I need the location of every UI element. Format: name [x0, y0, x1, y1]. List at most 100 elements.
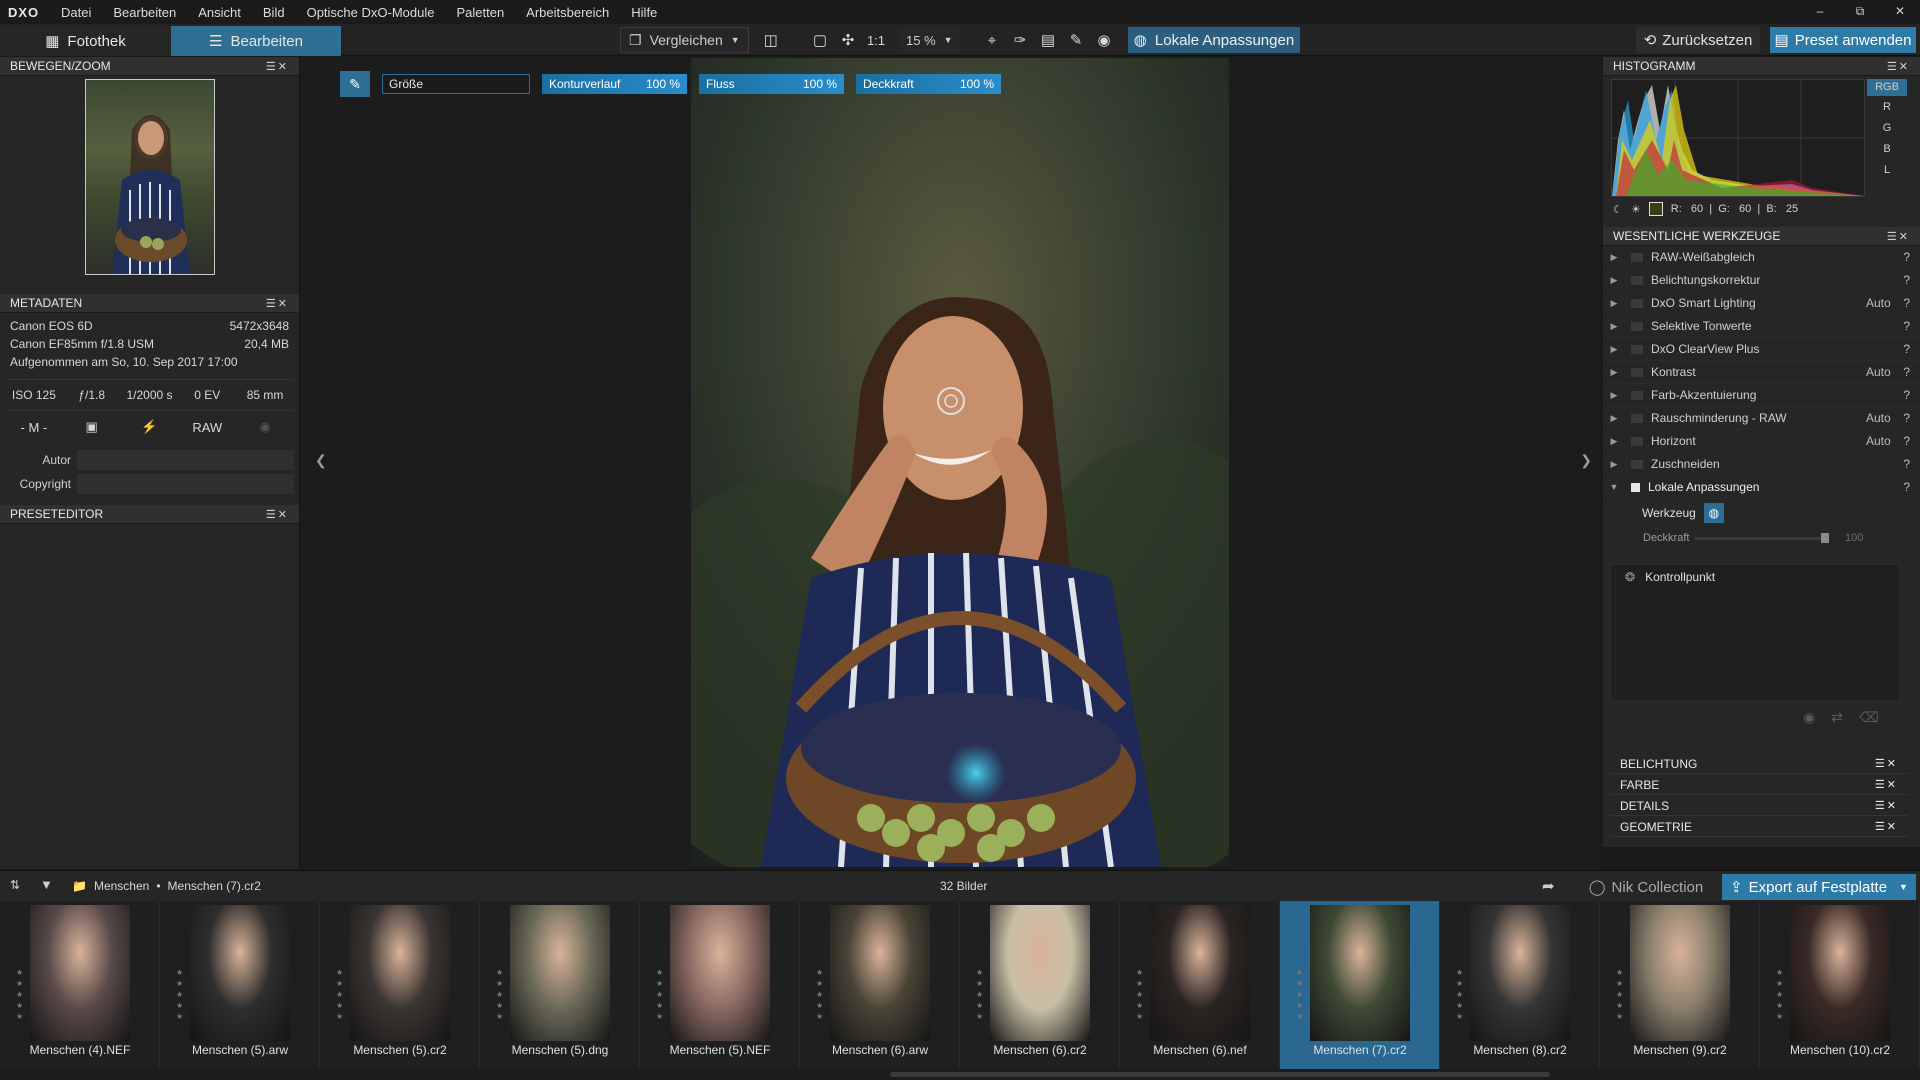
rating-dots[interactable]: ★ ★ ★ ★ ★ [1456, 967, 1463, 1022]
compare-button[interactable]: ❐ Vergleichen ▼ [620, 27, 749, 53]
repair-icon[interactable]: ✎ [1062, 27, 1090, 53]
tool-row-contrast[interactable]: ▶ Kontrast Auto? [1603, 361, 1920, 384]
tool-toggle[interactable] [1631, 344, 1643, 354]
local-adjustments-button[interactable]: ◍ Lokale Anpassungen [1128, 27, 1300, 53]
panel-menu-icon[interactable]: ☰✕ [1875, 757, 1898, 770]
rating-dots[interactable]: ★ ★ ★ ★ ★ [16, 967, 23, 1022]
panel-menu-icon[interactable]: ☰✕ [1875, 820, 1898, 833]
help-icon[interactable]: ? [1900, 365, 1910, 379]
filter-icon[interactable]: ▼ [40, 877, 53, 892]
tool-toggle[interactable] [1631, 367, 1643, 377]
channel-r[interactable]: R [1867, 101, 1907, 113]
main-photo[interactable] [691, 58, 1229, 867]
brush-size-field[interactable]: Größe [382, 74, 530, 94]
filmstrip-item[interactable]: ★ ★ ★ ★ ★ Menschen (5).NEF [640, 901, 800, 1069]
menu-arbeitsbereich[interactable]: Arbeitsbereich [515, 5, 620, 20]
rating-dots[interactable]: ★ ★ ★ ★ ★ [1296, 967, 1303, 1022]
help-icon[interactable]: ? [1900, 388, 1910, 402]
tool-toggle[interactable] [1631, 275, 1643, 285]
opacity-slider[interactable]: Deckkraft 100 % [856, 74, 1001, 94]
collapse-right-icon[interactable]: ❯ [1580, 452, 1592, 469]
restore-icon[interactable]: ⧉ [1840, 0, 1880, 24]
filmstrip-item[interactable]: ★ ★ ★ ★ ★ Menschen (6).nef [1120, 901, 1280, 1069]
menu-hilfe[interactable]: Hilfe [620, 5, 668, 20]
control-point-item[interactable]: ❂ Kontrollpunkt [1611, 565, 1899, 589]
crop-icon[interactable]: ⌖ [978, 27, 1006, 53]
panel-menu-icon[interactable]: ☰✕ [266, 297, 289, 310]
one-to-one-button[interactable]: 1:1 [862, 27, 890, 53]
tool-toggle[interactable] [1631, 252, 1643, 262]
rating-dots[interactable]: ★ ★ ★ ★ ★ [1776, 967, 1783, 1022]
filmstrip-item[interactable]: ★ ★ ★ ★ ★ Menschen (5).arw [160, 901, 320, 1069]
slider-handle[interactable] [1821, 532, 1829, 543]
tool-row-color-accent[interactable]: ▶ Farb-Akzentuierung? [1603, 384, 1920, 407]
menu-bild[interactable]: Bild [252, 5, 296, 20]
reset-button[interactable]: ⟲ Zurücksetzen [1636, 27, 1760, 53]
panel-menu-icon[interactable]: ☰✕ [266, 508, 289, 521]
filmstrip-item[interactable]: ★ ★ ★ ★ ★ Menschen (10).cr2 [1760, 901, 1920, 1069]
rating-dots[interactable]: ★ ★ ★ ★ ★ [1136, 967, 1143, 1022]
rating-dots[interactable]: ★ ★ ★ ★ ★ [496, 967, 503, 1022]
help-icon[interactable]: ? [1900, 457, 1910, 471]
tool-row-local-adjust[interactable]: ▼ Lokale Anpassungen? [1603, 476, 1920, 499]
panel-menu-icon[interactable]: ☰✕ [1875, 778, 1898, 791]
rating-dots[interactable]: ★ ★ ★ ★ ★ [656, 967, 663, 1022]
tool-row-noise-reduction[interactable]: ▶ Rauschminderung - RAW Auto? [1603, 407, 1920, 430]
help-icon[interactable]: ? [1900, 250, 1910, 264]
channel-rgb[interactable]: RGB [1867, 79, 1907, 96]
navigator-thumbnail[interactable] [84, 79, 215, 275]
filmstrip-item[interactable]: ★ ★ ★ ★ ★ Menschen (7).cr2 [1280, 901, 1440, 1069]
help-icon[interactable]: ? [1900, 319, 1910, 333]
fit-screen-icon[interactable]: ▢ [806, 27, 834, 53]
filmstrip-item[interactable]: ★ ★ ★ ★ ★ Menschen (8).cr2 [1440, 901, 1600, 1069]
filmstrip-item[interactable]: ★ ★ ★ ★ ★ Menschen (5).cr2 [320, 901, 480, 1069]
help-icon[interactable]: ? [1900, 273, 1910, 287]
horizon-icon[interactable]: ▤ [1034, 27, 1062, 53]
deckkraft-value[interactable]: 100 [1845, 532, 1863, 544]
close-window-icon[interactable]: ✕ [1880, 0, 1920, 24]
channel-b[interactable]: B [1867, 143, 1907, 155]
panel-menu-icon[interactable]: ☰✕ [1887, 230, 1910, 243]
rating-dots[interactable]: ★ ★ ★ ★ ★ [176, 967, 183, 1022]
chevron-down-icon[interactable]: ▼ [1899, 882, 1908, 892]
swap-icon[interactable]: ⇄ [1831, 709, 1843, 726]
visibility-icon[interactable]: ◉ [1803, 709, 1815, 726]
share-icon[interactable]: ➦ [1542, 877, 1555, 895]
filmstrip-item[interactable]: ★ ★ ★ ★ ★ Menschen (6).cr2 [960, 901, 1120, 1069]
scrollbar-thumb[interactable] [890, 1072, 1550, 1077]
help-icon[interactable]: ? [1900, 480, 1910, 494]
filmstrip-item[interactable]: ★ ★ ★ ★ ★ Menschen (9).cr2 [1600, 901, 1760, 1069]
eye-icon[interactable]: ◉ [1090, 27, 1118, 53]
export-button[interactable]: ⇪ Export auf Festplatte ▼ [1722, 874, 1916, 900]
author-input[interactable] [77, 450, 294, 470]
menu-ansicht[interactable]: Ansicht [187, 5, 252, 20]
tool-row-horizon[interactable]: ▶ Horizont Auto? [1603, 430, 1920, 453]
section-farbe[interactable]: FARBE ☰✕ [1610, 775, 1908, 795]
section-geometrie[interactable]: GEOMETRIE ☰✕ [1610, 817, 1908, 837]
shadow-clip-icon[interactable]: ☾ [1613, 203, 1623, 216]
rating-dots[interactable]: ★ ★ ★ ★ ★ [1616, 967, 1623, 1022]
tab-bearbeiten[interactable]: ☰ Bearbeiten [171, 26, 341, 56]
menu-optische-module[interactable]: Optische DxO-Module [296, 5, 446, 20]
filmstrip-item[interactable]: ★ ★ ★ ★ ★ Menschen (6).arw [800, 901, 960, 1069]
feather-slider[interactable]: Konturverlauf 100 % [542, 74, 687, 94]
copyright-input[interactable] [77, 474, 294, 494]
apply-preset-button[interactable]: ▤ Preset anwenden [1770, 27, 1916, 53]
panel-menu-icon[interactable]: ☰✕ [266, 60, 289, 73]
tool-toggle[interactable] [1631, 413, 1643, 423]
highlight-clip-icon[interactable]: ☀ [1631, 203, 1641, 216]
trash-icon[interactable]: ⌫ [1859, 709, 1879, 726]
section-details[interactable]: DETAILS ☰✕ [1610, 796, 1908, 816]
zoom-select[interactable]: 15 % ▼ [898, 27, 961, 53]
minimize-icon[interactable]: – [1800, 0, 1840, 24]
filmstrip-scrollbar[interactable] [0, 1069, 1920, 1080]
move-icon[interactable]: ✣ [834, 27, 862, 53]
tool-row-exposure[interactable]: ▶ Belichtungskorrektur? [1603, 269, 1920, 292]
menu-paletten[interactable]: Paletten [445, 5, 515, 20]
tool-row-raw-wb[interactable]: ▶ RAW-Weißabgleich? [1603, 246, 1920, 269]
tool-toggle[interactable] [1631, 436, 1643, 446]
tool-row-selective-tone[interactable]: ▶ Selektive Tonwerte? [1603, 315, 1920, 338]
rating-dots[interactable]: ★ ★ ★ ★ ★ [336, 967, 343, 1022]
help-icon[interactable]: ? [1900, 342, 1910, 356]
tool-toggle[interactable] [1631, 459, 1643, 469]
